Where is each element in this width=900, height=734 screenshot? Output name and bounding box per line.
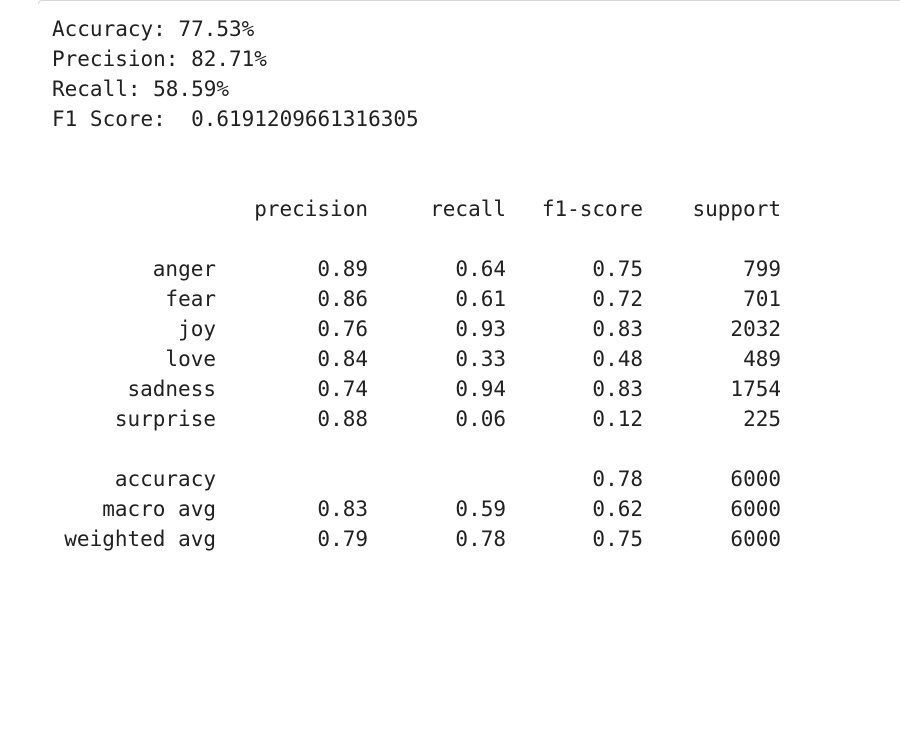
- row-recall: 0.06: [455, 407, 506, 431]
- recall-line: Recall: 58.59%: [52, 77, 230, 101]
- row-support: 225: [743, 407, 781, 431]
- report-row-anger: anger 0.89 0.64 0.75 799: [52, 254, 781, 284]
- report-row-weighted-avg: weighted avg 0.79 0.78 0.75 6000: [52, 524, 781, 554]
- f1-score-line: F1 Score: 0.6191209661316305: [52, 107, 419, 131]
- row-f1-score: 0.12: [592, 407, 643, 431]
- row-f1-score: 0.83: [592, 377, 643, 401]
- row-label: anger: [152, 257, 216, 281]
- row-label: macro avg: [102, 497, 216, 521]
- row-recall: 0.93: [455, 317, 506, 341]
- row-recall: 0.78: [455, 527, 506, 551]
- report-row-love: love 0.84 0.33 0.48 489: [52, 344, 781, 374]
- header-recall: recall: [430, 197, 506, 221]
- row-label: sadness: [127, 377, 216, 401]
- report-row-fear: fear 0.86 0.61 0.72 701: [52, 284, 781, 314]
- report-header-row: precision recall f1-score support: [52, 194, 781, 224]
- row-precision: 0.83: [317, 497, 368, 521]
- row-recall: 0.94: [455, 377, 506, 401]
- row-label: fear: [165, 287, 216, 311]
- row-support: 701: [743, 287, 781, 311]
- row-support: 489: [743, 347, 781, 371]
- row-recall: 0.33: [455, 347, 506, 371]
- row-f1-score: 0.72: [592, 287, 643, 311]
- row-precision: 0.74: [317, 377, 368, 401]
- row-precision: 0.84: [317, 347, 368, 371]
- row-precision: 0.79: [317, 527, 368, 551]
- row-support: 6000: [730, 497, 781, 521]
- row-recall: 0.61: [455, 287, 506, 311]
- row-support: 799: [743, 257, 781, 281]
- row-f1-score: 0.75: [592, 257, 643, 281]
- row-label: accuracy: [114, 467, 216, 491]
- row-f1-score: 0.83: [592, 317, 643, 341]
- row-recall: 0.64: [455, 257, 506, 281]
- row-support: 6000: [730, 527, 781, 551]
- row-label: joy: [178, 317, 216, 341]
- precision-line: Precision: 82.71%: [52, 47, 267, 71]
- row-precision: 0.88: [317, 407, 368, 431]
- report-row-macro-avg: macro avg 0.83 0.59 0.62 6000: [52, 494, 781, 524]
- accuracy-line: Accuracy: 77.53%: [52, 17, 255, 41]
- row-f1-score: 0.62: [592, 497, 643, 521]
- row-recall: 0.59: [455, 497, 506, 521]
- row-label: surprise: [114, 407, 216, 431]
- row-f1-score: 0.48: [592, 347, 643, 371]
- row-f1-score: 0.78: [592, 467, 643, 491]
- row-precision: 0.86: [317, 287, 368, 311]
- report-row-accuracy: accuracy 0.78 6000: [52, 464, 781, 494]
- output-cell-border: [38, 0, 900, 4]
- notebook-output: Accuracy: 77.53% Precision: 82.71% Recal…: [52, 14, 781, 554]
- header-f1-score: f1-score: [541, 197, 643, 221]
- header-support: support: [692, 197, 781, 221]
- report-row-joy: joy 0.76 0.93 0.83 2032: [52, 314, 781, 344]
- row-label: weighted avg: [64, 527, 216, 551]
- row-precision: 0.89: [317, 257, 368, 281]
- row-f1-score: 0.75: [592, 527, 643, 551]
- row-support: 6000: [730, 467, 781, 491]
- row-label: love: [165, 347, 216, 371]
- report-row-sadness: sadness 0.74 0.94 0.83 1754: [52, 374, 781, 404]
- row-support: 1754: [730, 377, 781, 401]
- row-precision: 0.76: [317, 317, 368, 341]
- report-row-surprise: surprise 0.88 0.06 0.12 225: [52, 404, 781, 434]
- row-support: 2032: [730, 317, 781, 341]
- header-precision: precision: [254, 197, 368, 221]
